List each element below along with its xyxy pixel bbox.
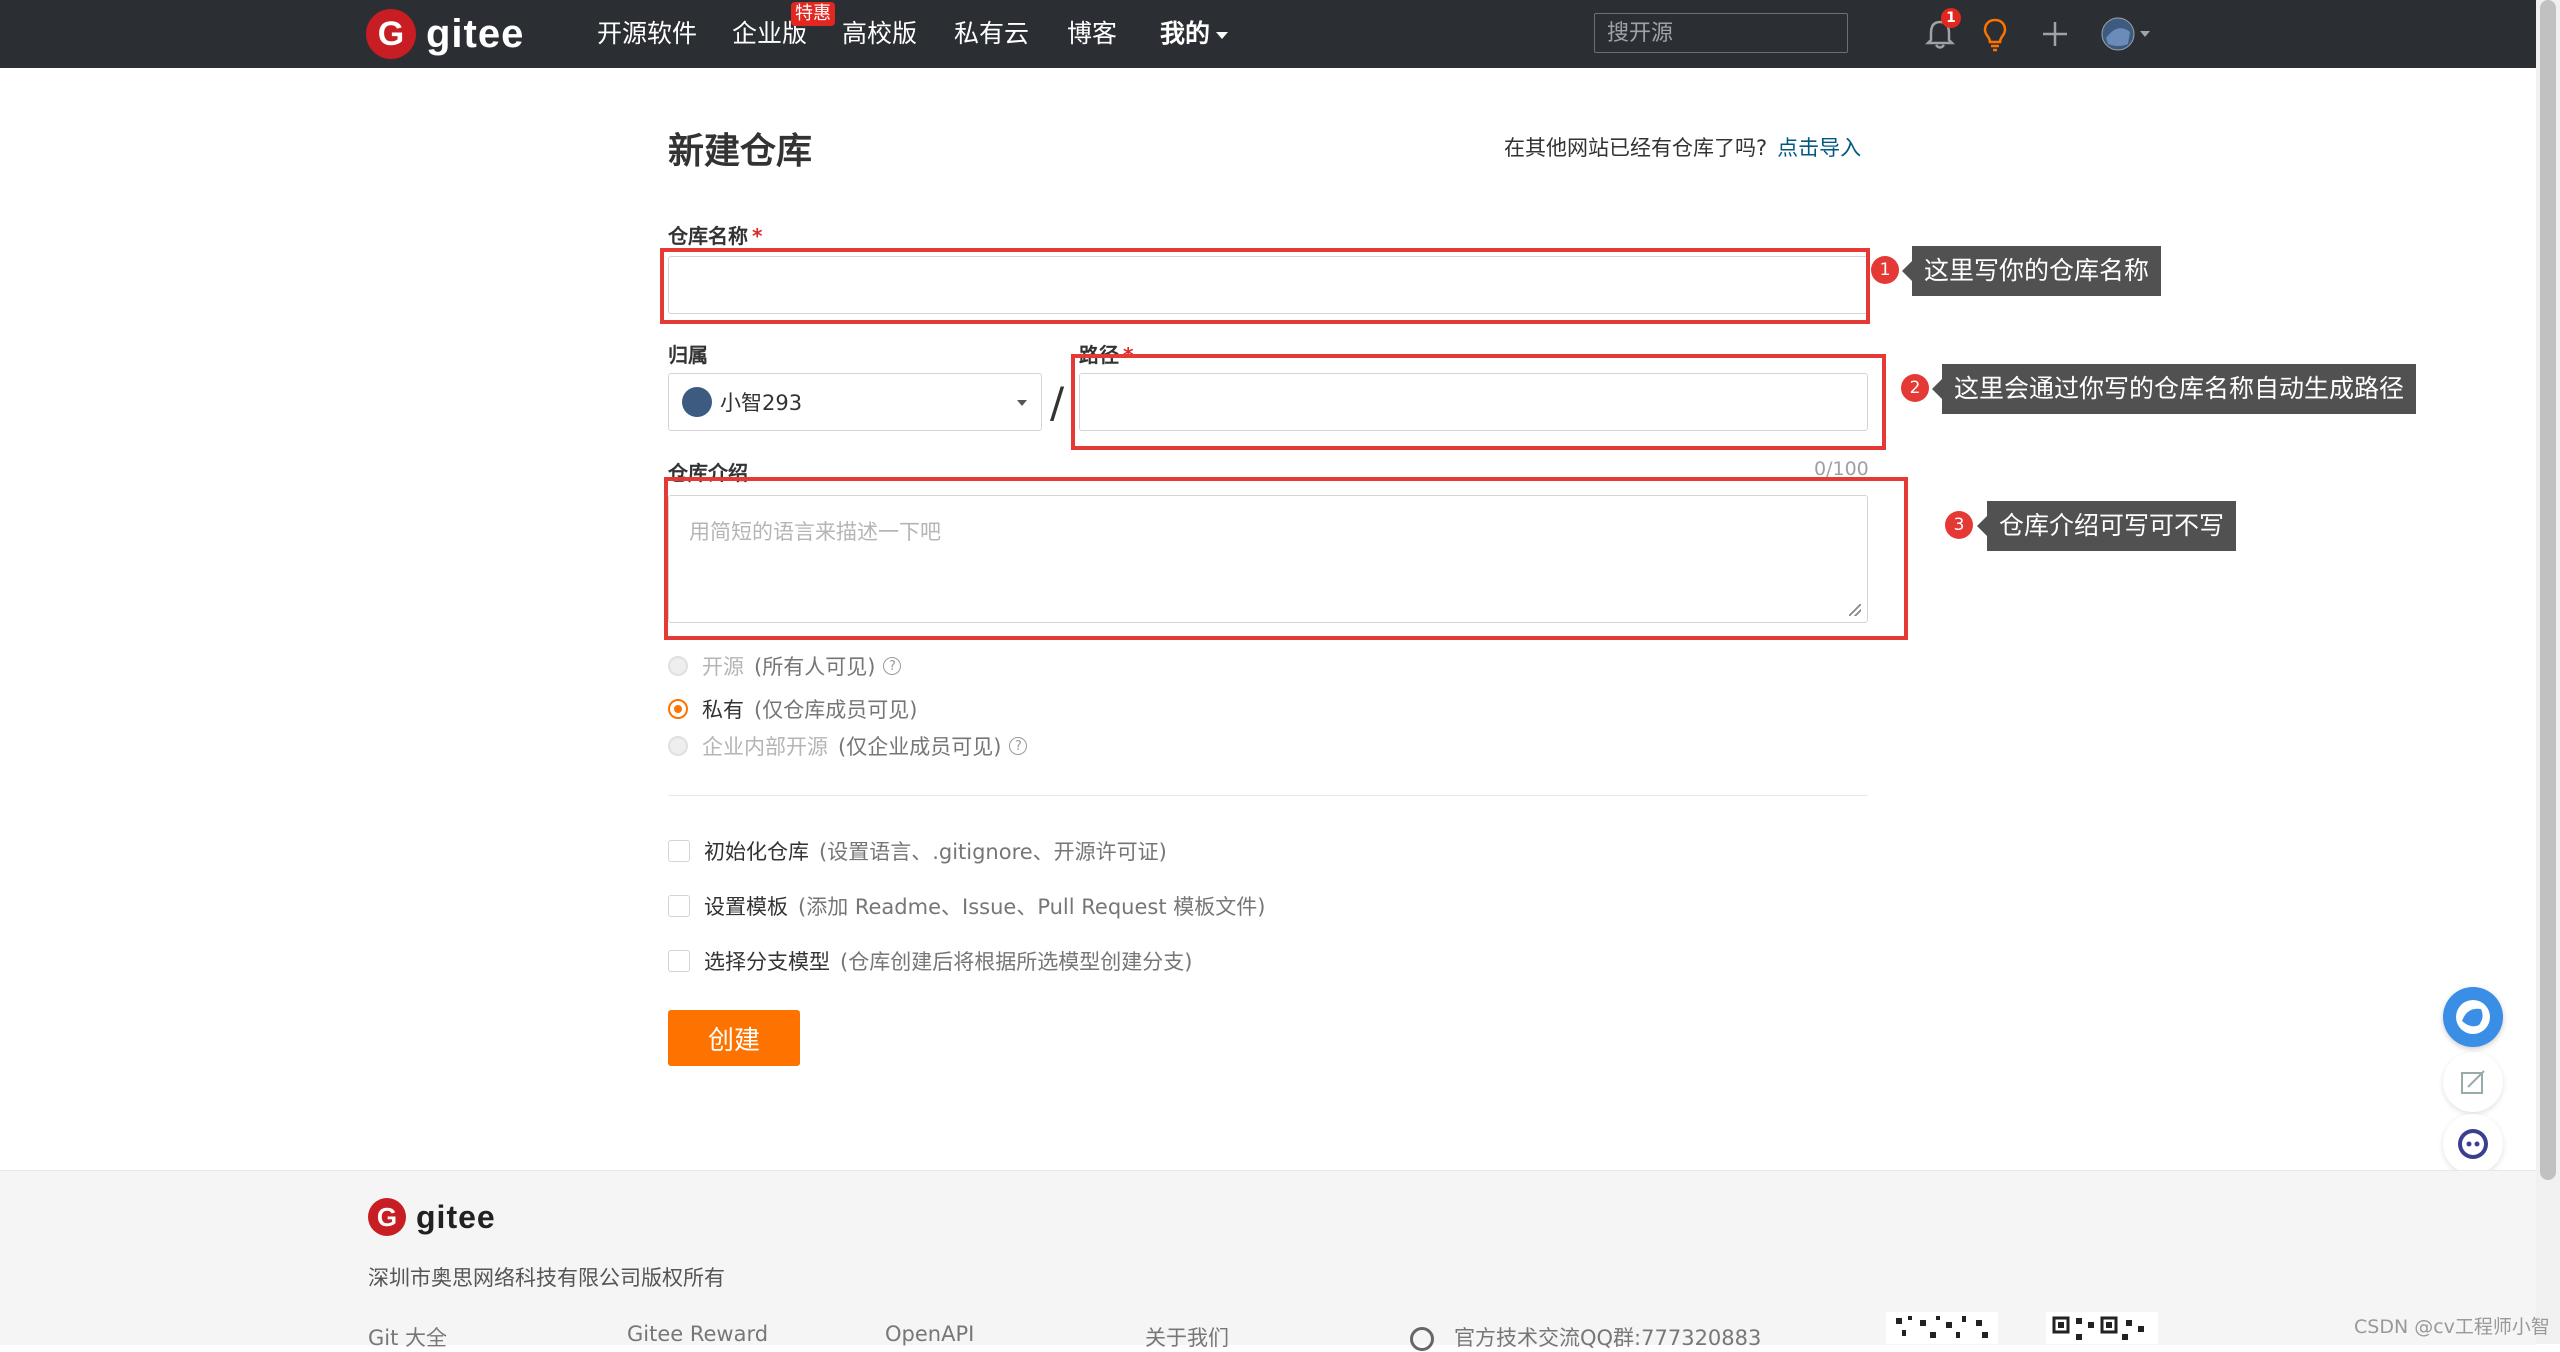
import-link[interactable]: 点击导入 <box>1777 136 1861 160</box>
annotation-tip-3: 仓库介绍可写可不写 <box>1976 501 2237 551</box>
owner-name: 小智293 <box>720 391 803 415</box>
option-init-repo-label: 初始化仓库 <box>704 840 809 864</box>
checkbox-template[interactable] <box>668 895 690 917</box>
section-divider <box>668 795 1868 796</box>
required-mark: * <box>752 224 763 248</box>
footer-link-about[interactable]: 关于我们 <box>1145 1322 1229 1352</box>
repo-name-label: 仓库名称 * <box>668 220 762 249</box>
page-title: 新建仓库 <box>668 131 813 172</box>
chat-bird-button[interactable] <box>2443 987 2503 1047</box>
option-branch-model-hint: (仓库创建后将根据所选模型创建分支) <box>840 950 1193 974</box>
help-icon[interactable]: ? <box>1009 737 1028 755</box>
chevron-down-icon <box>1216 31 1229 39</box>
scrollbar-thumb[interactable] <box>2540 0 2556 1180</box>
annotation-number-1: 1 <box>1871 256 1899 284</box>
gitee-brand-text: gitee <box>426 11 525 56</box>
gitee-logo-icon: G <box>368 1198 406 1236</box>
footer-copyright: 深圳市奥思网络科技有限公司版权所有 <box>368 1266 725 1290</box>
nav-university[interactable]: 高校版 <box>842 16 917 52</box>
option-template-label: 设置模板 <box>704 895 788 919</box>
lightbulb-icon[interactable] <box>1975 14 2015 54</box>
search-placeholder: 搜开源 <box>1607 21 1674 46</box>
feedback-button[interactable] <box>2443 1052 2503 1112</box>
qr-code-image <box>1886 1312 1998 1344</box>
footer-link-git-guide[interactable]: Git 大全 <box>368 1322 447 1352</box>
visibility-public-label: 开源 <box>702 655 744 679</box>
path-separator: / <box>1050 378 1065 427</box>
user-avatar-menu[interactable] <box>2098 14 2158 54</box>
visibility-private[interactable]: 私有 (仅仓库成员可见) <box>668 694 917 724</box>
top-navbar: G gitee 开源软件 企业版 特惠 高校版 私有云 博客 我的 搜开源 1 <box>0 0 2536 68</box>
csdn-watermark: CSDN @cv工程师小智 <box>2354 1316 2550 1338</box>
owner-select[interactable]: 小智293 <box>668 373 1042 431</box>
annotation-number-3: 3 <box>1945 511 1973 539</box>
footer-qq-group: 官方技术交流QQ群:777320883 <box>1410 1322 1761 1352</box>
robot-icon <box>2458 1129 2488 1159</box>
radio-public[interactable] <box>668 656 688 676</box>
footer-brand-text: gitee <box>416 1198 496 1235</box>
nav-blog[interactable]: 博客 <box>1067 16 1117 52</box>
radio-private[interactable] <box>668 699 688 719</box>
gitee-logo[interactable]: G gitee <box>366 8 524 60</box>
highlight-path <box>1071 354 1886 450</box>
nav-open-source[interactable]: 开源软件 <box>597 16 697 52</box>
gitee-logo-icon: G <box>366 9 416 59</box>
highlight-description <box>664 477 1908 640</box>
qq-group-text: 官方技术交流QQ群:777320883 <box>1454 1326 1762 1350</box>
visibility-enterprise-label: 企业内部开源 <box>702 735 828 759</box>
help-icon[interactable]: ? <box>883 657 902 675</box>
bird-icon <box>2456 1000 2490 1034</box>
qq-icon <box>1410 1327 1434 1351</box>
owner-label: 归属 <box>668 343 708 367</box>
notification-badge: 1 <box>1941 8 1961 28</box>
repo-name-label-text: 仓库名称 <box>668 224 748 248</box>
visibility-public-hint: (所有人可见) <box>754 655 876 679</box>
edit-icon <box>2461 1070 2485 1094</box>
nav-private-cloud[interactable]: 私有云 <box>954 16 1029 52</box>
radio-enterprise[interactable] <box>668 736 688 756</box>
import-prompt-text: 在其他网站已经有仓库了吗? <box>1504 136 1768 160</box>
visibility-private-label: 私有 <box>702 698 744 722</box>
annotation-number-2: 2 <box>1901 374 1929 402</box>
qr-code-image <box>2046 1312 2158 1344</box>
checkbox-init-repo[interactable] <box>668 840 690 862</box>
import-prompt: 在其他网站已经有仓库了吗? 点击导入 <box>1504 132 1861 162</box>
option-init-repo-hint: (设置语言、.gitignore、开源许可证) <box>819 840 1167 864</box>
visibility-public[interactable]: 开源 (所有人可见) ? <box>668 651 902 681</box>
checkbox-branch-model[interactable] <box>668 950 690 972</box>
annotation-tip-2: 这里会通过你写的仓库名称自动生成路径 <box>1931 364 2417 414</box>
chevron-down-icon <box>1017 400 1027 406</box>
footer-link-openapi[interactable]: OpenAPI <box>885 1322 974 1346</box>
search-input[interactable]: 搜开源 <box>1594 13 1848 53</box>
enterprise-promo-badge: 特惠 <box>791 2 835 26</box>
visibility-private-hint: (仅仓库成员可见) <box>754 698 918 722</box>
avatar <box>682 387 712 417</box>
plus-icon[interactable] <box>2035 14 2075 54</box>
create-button[interactable]: 创建 <box>668 1010 800 1066</box>
option-branch-model[interactable]: 选择分支模型 (仓库创建后将根据所选模型创建分支) <box>668 946 1192 976</box>
highlight-repo-name <box>660 248 1870 324</box>
visibility-enterprise[interactable]: 企业内部开源 (仅企业成员可见) ? <box>668 731 1028 761</box>
option-template-hint: (添加 Readme、Issue、Pull Request 模板文件) <box>798 895 1266 919</box>
footer-logo[interactable]: G gitee <box>368 1198 496 1236</box>
assistant-button[interactable] <box>2443 1114 2503 1174</box>
option-template[interactable]: 设置模板 (添加 Readme、Issue、Pull Request 模板文件) <box>668 891 1265 921</box>
option-init-repo[interactable]: 初始化仓库 (设置语言、.gitignore、开源许可证) <box>668 836 1167 866</box>
nav-mine-dropdown[interactable]: 我的 <box>1160 16 1229 52</box>
option-branch-model-label: 选择分支模型 <box>704 950 830 974</box>
nav-mine-label: 我的 <box>1160 19 1211 48</box>
annotation-tip-1: 这里写你的仓库名称 <box>1901 246 2162 296</box>
visibility-enterprise-hint: (仅企业成员可见) <box>838 735 1002 759</box>
footer-link-gitee-reward[interactable]: Gitee Reward <box>627 1322 768 1346</box>
